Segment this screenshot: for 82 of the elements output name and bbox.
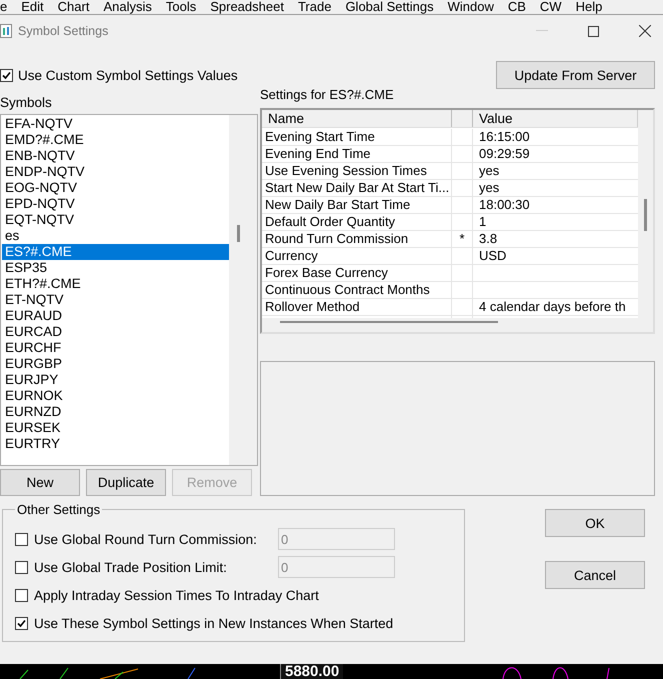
- table-cell: 3.8: [479, 231, 498, 246]
- table-cell: Evening Start Time: [262, 129, 452, 145]
- table-cell: 1: [479, 214, 486, 229]
- scrollbar-thumb[interactable]: [644, 199, 647, 231]
- symbol-item[interactable]: EURAUD: [2, 308, 229, 324]
- symbol-item[interactable]: EMD?#.CME: [2, 132, 229, 148]
- settings-title: Settings for ES?#.CME: [260, 87, 395, 103]
- menu-item[interactable]: CW: [532, 0, 569, 14]
- table-cell: 18:00:30: [479, 197, 530, 212]
- table-cell: Start New Daily Bar At Start Ti...: [262, 180, 452, 196]
- table-cell: yes: [479, 163, 500, 178]
- section-label: Symbols: [0, 95, 53, 111]
- table-cell: USD: [479, 248, 506, 263]
- update-from-server-button[interactable]: Update From Server: [496, 61, 655, 89]
- symbol-item[interactable]: EURCHF: [2, 340, 229, 356]
- table-cell: 4 calendar days before th: [479, 299, 626, 314]
- symbol-item[interactable]: EFA-NQTV: [2, 116, 229, 132]
- symbol-item[interactable]: EOG-NQTV: [2, 180, 229, 196]
- menu-item[interactable]: CB: [500, 0, 533, 14]
- checkbox[interactable]: [15, 532, 28, 546]
- menu-item[interactable]: Global Settings: [338, 0, 441, 14]
- dialog-button[interactable]: OK: [545, 509, 645, 537]
- symbol-item[interactable]: ENDP-NQTV: [2, 164, 229, 180]
- menu-item[interactable]: Tools: [158, 0, 204, 14]
- menu-item[interactable]: Edit: [14, 0, 51, 14]
- group-title: Other Settings: [16, 502, 102, 517]
- list-button[interactable]: Duplicate: [86, 469, 166, 496]
- scrollbar-thumb[interactable]: [280, 321, 498, 323]
- table-cell: Evening End Time: [262, 146, 452, 162]
- symbol-item[interactable]: EURNZD: [2, 404, 229, 420]
- symbol-item[interactable]: es: [2, 228, 229, 244]
- scrollbar-thumb[interactable]: [237, 225, 240, 242]
- symbol-item[interactable]: EURTRY: [2, 436, 229, 452]
- table-cell: New Daily Bar Start Time: [262, 197, 452, 213]
- menu-item[interactable]: Help: [568, 0, 610, 14]
- list-button[interactable]: New: [0, 469, 80, 496]
- menu-item[interactable]: Spreadsheet: [203, 0, 291, 14]
- menu-item[interactable]: Analysis: [96, 0, 159, 14]
- table-cell: Continuous Contract Months: [262, 282, 452, 298]
- table-cell: Currency: [262, 248, 452, 264]
- symbol-item[interactable]: EURJPY: [2, 372, 229, 388]
- table-cell: Round Turn Commission: [262, 231, 452, 247]
- table-cell: Rollover Method: [262, 299, 452, 315]
- symbol-item[interactable]: EQT-NQTV: [2, 212, 229, 228]
- checkbox-label: Use These Symbol Settings in New Instances When Started: [34, 616, 394, 630]
- column-header[interactable]: Value: [473, 110, 638, 127]
- price-label: 5880.00: [280, 664, 344, 679]
- close-icon[interactable]: [639, 25, 651, 37]
- table-cell: yes: [479, 180, 500, 195]
- menu-item[interactable]: e: [0, 0, 14, 14]
- symbol-item[interactable]: ET-NQTV: [2, 292, 229, 308]
- column-header[interactable]: Name: [262, 110, 452, 127]
- symbol-item[interactable]: ETH?#.CME: [2, 276, 229, 292]
- table-cell: Default Order Quantity: [262, 214, 452, 230]
- symbol-item[interactable]: EURSEK: [2, 420, 229, 436]
- symbol-item[interactable]: EURNOK: [2, 388, 229, 404]
- dialog-button[interactable]: Cancel: [545, 561, 645, 589]
- symbol-item[interactable]: ES?#.CME: [2, 244, 229, 260]
- menu-item[interactable]: Trade: [290, 0, 338, 14]
- checkbox[interactable]: [0, 68, 13, 82]
- table-cell: 16:15:00: [479, 129, 530, 144]
- modified-mark: *: [459, 231, 465, 246]
- maximize-icon[interactable]: [588, 26, 599, 36]
- checkbox-label: Apply Intraday Session Times To Intraday Chart: [34, 588, 319, 602]
- table-cell: Use Evening Session Times: [262, 163, 452, 179]
- window-title: Symbol Settings: [18, 24, 108, 38]
- checkbox[interactable]: [15, 560, 28, 574]
- symbol-item[interactable]: EPD-NQTV: [2, 196, 229, 212]
- menu-item[interactable]: Window: [440, 0, 501, 14]
- menu-item[interactable]: Chart: [50, 0, 96, 14]
- app-icon: [0, 24, 12, 38]
- checkbox[interactable]: [15, 616, 28, 630]
- checkbox-label: Use Custom Symbol Settings Values: [18, 68, 238, 82]
- table-cell: Forex Base Currency: [262, 265, 452, 281]
- checkbox-label: Use Global Round Turn Commission:: [34, 532, 258, 546]
- symbol-item[interactable]: ESP35: [2, 260, 229, 276]
- symbol-item[interactable]: EURCAD: [2, 324, 229, 340]
- symbol-item[interactable]: EURGBP: [2, 356, 229, 372]
- symbol-item[interactable]: ENB-NQTV: [2, 148, 229, 164]
- checkbox[interactable]: [15, 588, 28, 602]
- table-cell: 09:29:59: [479, 146, 530, 161]
- checkbox-label: Use Global Trade Position Limit:: [34, 560, 228, 574]
